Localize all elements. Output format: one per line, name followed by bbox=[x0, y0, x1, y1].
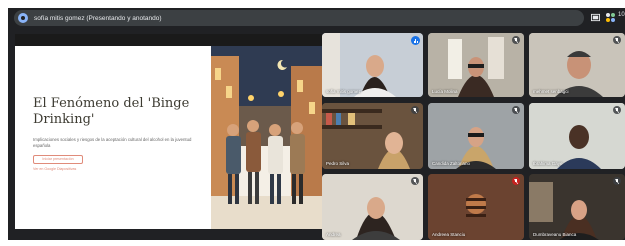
mic-muted-icon bbox=[613, 106, 621, 114]
participant-video bbox=[322, 103, 423, 169]
presenter-avatar-icon bbox=[18, 13, 28, 23]
participant-tile-4[interactable]: Pedro Silva bbox=[322, 103, 423, 169]
slide-title: El Fenómeno del 'Binge Drinking' bbox=[33, 96, 190, 127]
participant-name: Lucía Molina bbox=[432, 89, 458, 94]
top-bar: sofía mitis gomez (Presentando y anotand… bbox=[8, 8, 625, 28]
mic-muted-icon bbox=[512, 177, 520, 185]
participant-name: Candida Zaltoriano bbox=[432, 161, 471, 166]
participant-name: mehmet senbagci bbox=[533, 89, 569, 94]
participant-tile-5[interactable]: Candida Zaltoriano bbox=[428, 103, 524, 169]
participant-tile-7[interactable]: Andrea bbox=[322, 174, 423, 240]
participant-tile-9[interactable]: Dumbraveanu Bianca bbox=[529, 174, 625, 240]
participant-name: sofia mitis gomez bbox=[326, 89, 361, 94]
participant-tile-2[interactable]: Lucía Molina bbox=[428, 33, 524, 97]
participant-tile-1[interactable]: sofia mitis gomez bbox=[322, 33, 423, 97]
participant-name: Andreea Stanciu bbox=[432, 232, 466, 237]
mic-muted-icon bbox=[613, 36, 621, 44]
street-night-illustration bbox=[211, 46, 322, 229]
meet-window: sofía mitis gomez (Presentando y anotand… bbox=[8, 8, 625, 240]
participant-video bbox=[529, 103, 625, 169]
participant-name: Pedro Silva bbox=[326, 161, 350, 166]
participant-name: Ibrahima Gaye bbox=[533, 161, 563, 166]
participant-video bbox=[529, 174, 625, 240]
mic-muted-icon bbox=[613, 177, 621, 185]
participant-video bbox=[428, 174, 524, 240]
presenter-banner[interactable]: sofía mitis gomez (Presentando y anotand… bbox=[14, 10, 584, 26]
participant-name: Dumbraveanu Bianca bbox=[533, 232, 577, 237]
participant-count: 10 bbox=[618, 12, 625, 18]
participant-tile-8[interactable]: Andreea Stanciu bbox=[428, 174, 524, 240]
mic-muted-icon bbox=[411, 106, 419, 114]
slide-top-band bbox=[15, 34, 322, 46]
presenter-banner-text: sofía mitis gomez (Presentando y anotand… bbox=[34, 14, 162, 22]
mic-muted-icon bbox=[512, 36, 520, 44]
participant-name: Andrea bbox=[326, 232, 341, 237]
participant-video bbox=[322, 33, 423, 97]
participant-video bbox=[322, 174, 423, 240]
participant-video bbox=[428, 33, 524, 97]
participant-video bbox=[529, 33, 625, 97]
mic-muted-icon bbox=[411, 177, 419, 185]
layout-icon[interactable] bbox=[591, 13, 600, 22]
participant-video bbox=[428, 103, 524, 169]
participant-tile-3[interactable]: mehmet senbagci bbox=[529, 33, 625, 97]
people-icon[interactable] bbox=[605, 12, 616, 23]
presentation-slide: El Fenómeno del 'Binge Drinking' Implica… bbox=[15, 34, 322, 229]
mic-muted-icon bbox=[512, 106, 520, 114]
slide-subtitle: Implicaciones sociales y riesgos de la a… bbox=[33, 137, 192, 148]
participant-tile-6[interactable]: Ibrahima Gaye bbox=[529, 103, 625, 169]
speaking-indicator-icon bbox=[411, 36, 420, 45]
start-presentation-button[interactable]: Iniciar presentación bbox=[33, 155, 83, 164]
slides-link[interactable]: Ver en Google Diapositivas bbox=[33, 167, 76, 171]
